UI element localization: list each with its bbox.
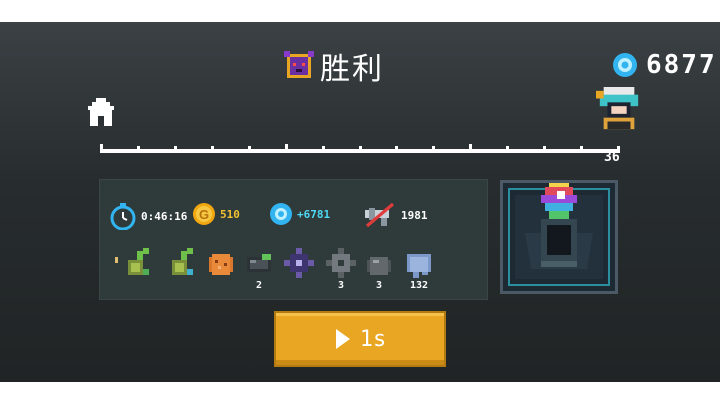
gem-counter: 6877 <box>612 50 717 80</box>
gem-total: 6877 <box>646 50 717 80</box>
time-value: 0:46:16 <box>141 209 188 223</box>
demon-mask-icon <box>284 51 314 78</box>
progress-tick <box>211 146 214 153</box>
level-progress-track <box>100 144 620 153</box>
progress-tick <box>469 144 472 153</box>
item-count: 132 <box>409 280 429 291</box>
seedling-icon <box>172 248 193 275</box>
gem-icon <box>270 203 292 225</box>
ore-chunk-icon <box>209 254 233 275</box>
rainbow-crystal-icon <box>541 183 577 219</box>
level-number: 36 <box>604 150 620 165</box>
gem-gain-stat: +6781 <box>269 202 330 226</box>
kills-value: 1981 <box>401 208 428 222</box>
cloth-icon <box>407 254 431 278</box>
progress-tick <box>285 144 288 153</box>
continue-button[interactable]: 1s <box>274 311 446 367</box>
progress-tick <box>174 146 177 153</box>
svg-text:G: G <box>199 207 209 222</box>
gold-value: 510 <box>220 207 240 221</box>
progress-tick <box>100 144 103 153</box>
progress-tick <box>506 146 509 153</box>
battery-cell-icon <box>247 254 271 272</box>
progress-tick <box>432 146 435 153</box>
game-screen: 胜利 6877 36 0:46:16 G 510 +6781 1981 2 3 … <box>0 22 720 382</box>
progress-tick <box>322 146 325 153</box>
seedling-icon <box>128 248 149 275</box>
victory-title: 胜利 <box>284 49 384 87</box>
gold-coin-icon: G <box>193 203 215 225</box>
run-stats-panel: 0:46:16 G 510 +6781 1981 2 3 3 132 <box>99 179 488 300</box>
page-title: 胜利 <box>320 52 384 87</box>
gear-icon <box>326 248 356 278</box>
time-stat: 0:46:16 <box>109 202 187 230</box>
progress-tick <box>543 146 546 153</box>
kills-weapon-icon <box>365 202 395 228</box>
stone-icon <box>367 257 391 275</box>
progress-tick <box>137 146 140 153</box>
item-count: 3 <box>337 280 345 291</box>
gold-stat: G 510 <box>192 202 240 226</box>
dark-shard-icon <box>284 248 314 278</box>
boss-portrait-icon <box>596 87 639 130</box>
gem-icon <box>613 53 637 77</box>
progress-tick <box>395 146 398 153</box>
item-count: 3 <box>375 280 383 291</box>
play-icon <box>335 329 350 349</box>
progress-tick <box>359 146 362 153</box>
item-count: 2 <box>255 280 263 291</box>
gem-gain-value: +6781 <box>297 207 331 221</box>
progress-tick <box>580 146 583 153</box>
home-icon <box>88 98 114 126</box>
kills-stat: 1981 <box>363 202 428 228</box>
stopwatch-icon <box>110 203 136 230</box>
relic-slot[interactable] <box>500 180 618 294</box>
countdown-label: 1s <box>359 326 387 352</box>
progress-tick <box>248 146 251 153</box>
